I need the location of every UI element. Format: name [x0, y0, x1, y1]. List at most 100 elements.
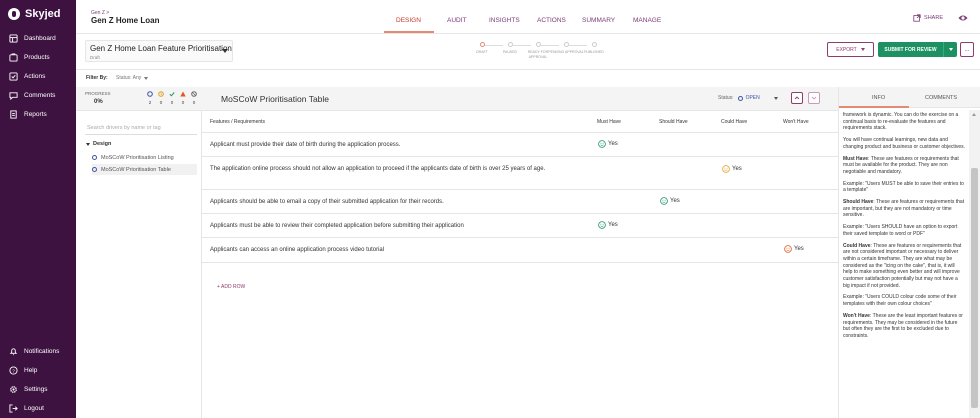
column-header: Must Have — [597, 119, 621, 125]
scroll-thumb[interactable] — [971, 168, 978, 408]
scroll-up-arrow-icon[interactable] — [972, 113, 976, 116]
open-count: 2 — [146, 90, 154, 105]
step-dot — [507, 42, 513, 47]
share-label: SHARE — [924, 15, 943, 21]
status-dropdown[interactable]: Status: OPEN — [718, 95, 760, 101]
more-options-button[interactable]: ... — [960, 42, 974, 57]
sidebar-item-actions[interactable]: Actions — [9, 71, 45, 81]
brand[interactable]: Skyjed — [8, 8, 60, 20]
search-drivers-input[interactable] — [87, 123, 197, 133]
sidebar-item-label: Settings — [24, 385, 48, 393]
info-tabs: INFO COMMENTS — [839, 87, 980, 108]
sidebar-item-comments[interactable]: Comments — [9, 90, 55, 100]
sidebar-item-notifications[interactable]: Notifications — [9, 346, 59, 356]
answer-label: Yes — [608, 141, 618, 147]
table-row[interactable]: Applicants must be able to review their … — [202, 214, 838, 238]
info-paragraph: Example: "Users SHOULD have an option to… — [843, 224, 958, 237]
workflow-stepper: DRAFT PAUSED READY FOR APPROVAL PENDING … — [464, 42, 604, 66]
previous-button[interactable] — [791, 92, 803, 104]
step-published: PUBLISHED — [576, 42, 612, 55]
eye-icon[interactable] — [958, 13, 968, 23]
sidebar-item-reports[interactable]: Reports — [9, 109, 47, 119]
tree-item-table[interactable]: MoSCoW Prioritisation Table — [92, 164, 197, 175]
info-scrollbar[interactable] — [969, 110, 980, 418]
submit-for-review-button[interactable]: SUBMIT FOR REVIEW — [878, 42, 943, 57]
clock-icon — [158, 90, 164, 97]
wont-have-cell[interactable]: Yes — [784, 245, 804, 253]
count-value: 2 — [148, 100, 152, 105]
sidebar-item-logout[interactable]: Logout — [9, 403, 44, 413]
caret-down-icon — [86, 142, 90, 146]
must-have-cell[interactable]: Yes — [598, 221, 618, 229]
should-have-cell[interactable]: Yes — [660, 197, 680, 205]
page-title: Gen Z Home Loan — [91, 16, 160, 25]
column-header: Should Have — [659, 119, 688, 125]
sidebar-item-settings[interactable]: Settings — [9, 384, 48, 394]
count-value: 0 — [192, 100, 196, 105]
chevron-down-icon[interactable] — [774, 97, 778, 100]
status-filter-dropdown[interactable]: Status: Any — [116, 75, 149, 81]
filter-label: Filter By: — [86, 75, 108, 81]
table-row[interactable]: Applicant must provide their date of bir… — [202, 133, 838, 157]
reports-icon — [9, 109, 18, 119]
sidebar: Skyjed Dashboard Products Actions Commen… — [0, 0, 76, 418]
tab-summary[interactable]: SUMMARY — [582, 17, 615, 24]
table-row[interactable]: The application online process should no… — [202, 157, 838, 190]
answer-label: Yes — [608, 222, 618, 228]
document-selector[interactable]: Gen Z Home Loan Feature Prioritisation D… — [85, 40, 233, 62]
sidebar-item-help[interactable]: ? Help — [9, 365, 37, 375]
could-have-cell[interactable]: Yes — [722, 165, 742, 173]
warning-count: 0 — [179, 90, 187, 105]
chevron-up-icon — [794, 96, 800, 100]
next-button[interactable] — [808, 92, 820, 104]
share-button[interactable]: SHARE — [913, 14, 943, 22]
sidebar-item-products[interactable]: Products — [9, 52, 50, 62]
requirement-text: Applicants should be able to email a cop… — [210, 199, 444, 205]
sidebar-item-dashboard[interactable]: Dashboard — [9, 33, 56, 43]
open-circle-icon — [92, 167, 97, 172]
sidebar-item-label: Logout — [24, 404, 44, 412]
add-row-button[interactable]: + ADD ROW — [217, 284, 245, 290]
step-dot — [591, 42, 597, 47]
warning-icon — [180, 91, 186, 96]
tree-group-label: Design — [93, 141, 112, 147]
brand-logo-icon — [8, 8, 20, 20]
in-progress-count: 0 — [157, 90, 165, 105]
requirement-text: Applicants can access an online applicat… — [210, 247, 385, 253]
submit-options-button[interactable] — [943, 42, 957, 57]
status-label: Status: — [718, 95, 734, 101]
table-row[interactable]: Applicants can access an online applicat… — [202, 238, 838, 263]
blocked-count: 0 — [190, 90, 198, 105]
open-circle-icon — [147, 90, 153, 97]
column-header: Won't Have — [783, 119, 809, 125]
tab-manage[interactable]: MANAGE — [633, 17, 661, 24]
progress-value: 0% — [94, 99, 103, 105]
tab-audit[interactable]: AUDIT — [447, 17, 467, 24]
chevron-down-icon — [811, 96, 817, 100]
tab-insights[interactable]: INSIGHTS — [489, 17, 520, 24]
tree-item-listing[interactable]: MoSCoW Prioritisation Listing — [92, 152, 197, 163]
info-content: framework is dynamic. You can do the exe… — [843, 112, 965, 416]
smiley-icon — [722, 165, 730, 173]
tab-design[interactable]: DESIGN — [396, 17, 421, 24]
gear-icon — [9, 385, 18, 394]
must-have-cell[interactable]: Yes — [598, 140, 618, 148]
sidebar-item-label: Dashboard — [24, 34, 56, 42]
tree-item-label: MoSCoW Prioritisation Listing — [101, 154, 174, 161]
tab-actions[interactable]: ACTIONS — [537, 17, 566, 24]
search-underline — [85, 134, 197, 135]
export-button[interactable]: EXPORT — [827, 42, 874, 57]
share-icon — [913, 14, 921, 22]
top-header: Gen Z > Gen Z Home Loan DESIGN AUDIT INS… — [76, 0, 980, 34]
answer-label: Yes — [670, 198, 680, 204]
column-header: Could Have — [721, 119, 748, 125]
table-row[interactable]: Applicants should be able to email a cop… — [202, 190, 838, 214]
sidebar-item-label: Comments — [24, 91, 56, 99]
info-paragraph: Won't Have: These are the least importan… — [843, 312, 963, 339]
dashboard-icon — [9, 33, 18, 43]
chevron-down-icon — [144, 76, 149, 80]
tree-group-design[interactable]: Design — [86, 141, 111, 147]
tab-info[interactable]: INFO — [872, 95, 885, 101]
tab-comments[interactable]: COMMENTS — [925, 95, 957, 101]
step-label: PUBLISHED — [584, 50, 604, 54]
